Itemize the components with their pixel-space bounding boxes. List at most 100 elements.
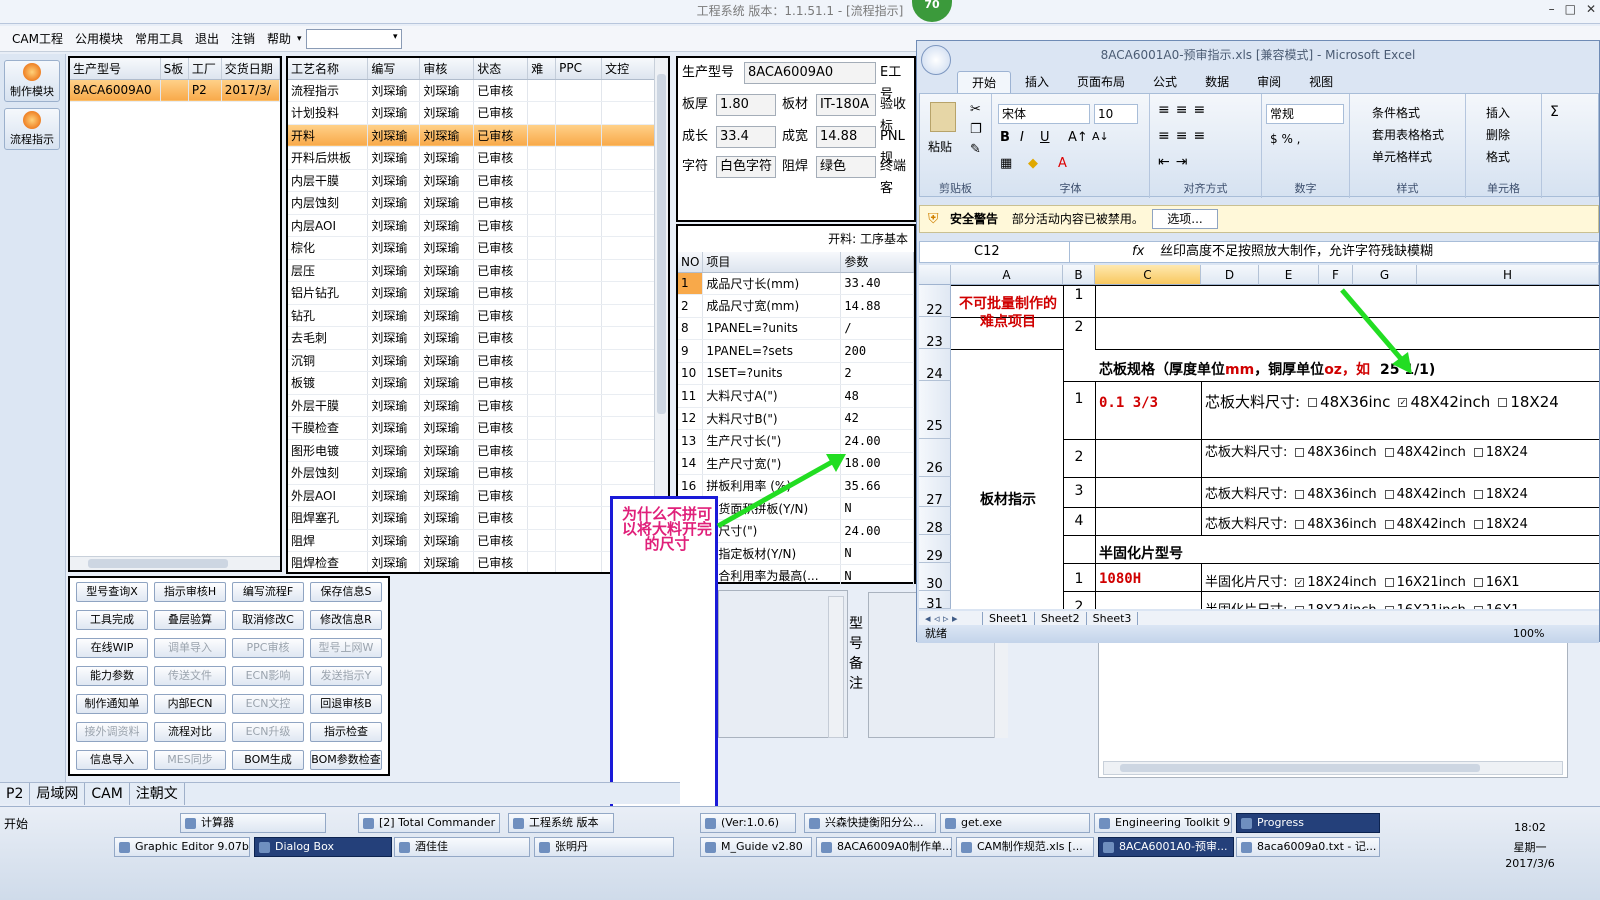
column-header[interactable]: 交货日期 bbox=[221, 58, 280, 80]
action-button[interactable]: 在线WIP bbox=[76, 638, 148, 658]
column-header[interactable]: G bbox=[1353, 265, 1417, 285]
column-header[interactable]: 文控 bbox=[601, 58, 656, 80]
table-row[interactable]: 8 1PANEL=?units / bbox=[678, 317, 914, 340]
bold-button[interactable]: B bbox=[1000, 130, 1010, 145]
table-row[interactable]: 开料 刘琛瑜 刘琛瑜 已审核 bbox=[288, 124, 656, 147]
taskbar-item[interactable]: [2] Total Commander ... bbox=[358, 813, 500, 833]
checkbox[interactable] bbox=[1473, 448, 1483, 457]
menu-combo-box[interactable]: ▾ bbox=[305, 28, 402, 49]
row-header[interactable]: 22 bbox=[919, 285, 951, 318]
scroll-thumb[interactable] bbox=[88, 559, 228, 568]
action-button[interactable]: 型号上网W bbox=[310, 638, 382, 658]
order-hscroll[interactable] bbox=[70, 556, 280, 570]
column-header[interactable]: F bbox=[1319, 265, 1353, 285]
taskbar-item[interactable]: Graphic Editor 9.07b... bbox=[114, 837, 250, 857]
shrink-font-icon[interactable]: A↓ bbox=[1092, 130, 1109, 143]
table-row[interactable]: 阻焊塞孔 刘琛瑜 刘琛瑜 已审核 bbox=[288, 506, 656, 530]
table-row[interactable]: 13 生产尺寸长(") 24.00 bbox=[678, 429, 914, 453]
len-field[interactable]: 33.4 bbox=[716, 126, 776, 148]
number-format-select[interactable]: 常规 bbox=[1266, 104, 1344, 124]
table-row[interactable]: 计划投料 刘琛瑜 刘琛瑜 已审核 bbox=[288, 101, 656, 125]
column-header[interactable]: B bbox=[1063, 265, 1095, 285]
checkbox[interactable] bbox=[1473, 578, 1483, 587]
column-header[interactable]: PPC bbox=[555, 58, 603, 80]
start-button[interactable]: 开始 bbox=[4, 815, 28, 832]
horizontal-align-icons[interactable]: ≡≡≡ bbox=[1158, 128, 1211, 144]
action-button[interactable]: 保存信息S bbox=[310, 582, 382, 602]
format-painter-icon[interactable]: ✎ bbox=[970, 142, 981, 157]
delete-cell-button[interactable]: 删除 bbox=[1486, 126, 1510, 143]
action-button[interactable]: BOM生成 bbox=[232, 750, 304, 770]
action-button[interactable]: 取消修改C bbox=[232, 610, 304, 630]
checkbox[interactable]: ✓ bbox=[1398, 398, 1408, 407]
table-row[interactable]: 沉铜 刘琛瑜 刘琛瑜 已审核 bbox=[288, 349, 656, 372]
menu-dropdown-icon[interactable]: ▾ bbox=[297, 34, 302, 44]
percent-icon[interactable]: $ % , bbox=[1270, 132, 1300, 146]
cell-style-button[interactable]: 单元格样式 bbox=[1372, 148, 1432, 165]
taskbar-item[interactable]: get.exe bbox=[940, 813, 1090, 833]
checkbox[interactable] bbox=[1384, 490, 1394, 499]
action-button[interactable]: ECN影响 bbox=[232, 666, 304, 686]
column-header[interactable]: D bbox=[1201, 265, 1259, 285]
row-header[interactable]: 30 bbox=[919, 563, 951, 592]
sheet-tab-2[interactable]: Sheet2 bbox=[1035, 611, 1087, 625]
taskbar-item[interactable]: Progress bbox=[1236, 813, 1380, 833]
taskbar-item[interactable]: M_Guide v2.80 bbox=[700, 837, 812, 857]
menu-common-modules[interactable]: 公用模块 bbox=[69, 30, 129, 47]
sheet-tab-1[interactable]: Sheet1 bbox=[983, 611, 1035, 625]
ribbon-tab[interactable]: 视图 bbox=[1295, 71, 1347, 93]
action-button[interactable]: 流程对比 bbox=[154, 722, 226, 742]
fx-icon[interactable]: fx bbox=[1132, 242, 1144, 262]
table-row[interactable]: 棕化 刘琛瑜 刘琛瑜 已审核 bbox=[288, 236, 656, 260]
action-button[interactable]: 回退审核B bbox=[310, 694, 382, 714]
table-row[interactable]: 11 大料尺寸A(") 48 bbox=[678, 384, 914, 408]
close-button[interactable]: ✕ bbox=[1586, 2, 1596, 16]
maximize-button[interactable]: □ bbox=[1565, 2, 1576, 16]
table-row[interactable]: 层压 刘琛瑜 刘琛瑜 已审核 bbox=[288, 259, 656, 282]
column-header[interactable]: 生产型号 bbox=[70, 58, 161, 80]
formula-input[interactable]: 丝印高度不足按照放大制作，允许字符残缺模糊 bbox=[1160, 242, 1433, 262]
column-header[interactable]: E bbox=[1259, 265, 1319, 285]
tab-cam[interactable]: CAM bbox=[85, 782, 130, 805]
action-button[interactable]: ECN升级 bbox=[232, 722, 304, 742]
action-button[interactable]: 指示检查 bbox=[310, 722, 382, 742]
table-row[interactable]: 钻孔 刘琛瑜 刘琛瑜 已审核 bbox=[288, 304, 656, 327]
row-header[interactable]: 26 bbox=[919, 439, 951, 477]
module-flow-button[interactable]: 流程指示 bbox=[4, 108, 60, 150]
taskbar-item[interactable]: 8ACA6009A0制作单... bbox=[816, 837, 952, 857]
row-header[interactable]: 27 bbox=[919, 477, 951, 508]
column-header[interactable]: 参数 bbox=[840, 252, 914, 273]
table-row[interactable]: 流程指示 刘琛瑜 刘琛瑜 已审核 bbox=[288, 79, 656, 102]
mask-field[interactable]: 绿色 bbox=[816, 156, 876, 178]
action-button[interactable]: 工具完成 bbox=[76, 610, 148, 630]
table-row[interactable]: 去毛刺 刘琛瑜 刘琛瑜 已审核 bbox=[288, 326, 656, 350]
fill-color-icon[interactable]: ◆ bbox=[1028, 156, 1038, 171]
checkbox[interactable] bbox=[1295, 520, 1305, 529]
action-button[interactable]: PPC审核 bbox=[232, 638, 304, 658]
menu-exit[interactable]: 退出 bbox=[189, 30, 225, 47]
tab-p2[interactable]: P2 bbox=[0, 782, 31, 805]
taskbar-item[interactable]: 工程系统 版本 bbox=[508, 813, 614, 833]
paste-label[interactable]: 粘贴 bbox=[928, 138, 952, 155]
copy-icon[interactable]: ❐ bbox=[970, 122, 982, 137]
thick-field[interactable]: 1.80 bbox=[716, 94, 776, 116]
select-all-corner[interactable] bbox=[919, 265, 951, 285]
italic-button[interactable]: I bbox=[1020, 130, 1024, 145]
process-vscroll[interactable] bbox=[654, 58, 668, 572]
cut-icon[interactable]: ✂ bbox=[970, 102, 981, 117]
action-button[interactable]: 调单导入 bbox=[154, 638, 226, 658]
row-header[interactable]: 29 bbox=[919, 535, 951, 564]
font-size-input[interactable]: 10 bbox=[1094, 104, 1138, 124]
row-header[interactable]: 31 bbox=[919, 591, 951, 609]
wid-field[interactable]: 14.88 bbox=[816, 126, 876, 148]
column-header[interactable]: 编写 bbox=[367, 58, 421, 80]
table-row[interactable]: 2 成品尺寸宽(mm) 14.88 bbox=[678, 294, 914, 318]
table-row[interactable]: 12 大料尺寸B(") 42 bbox=[678, 407, 914, 430]
format-cell-button[interactable]: 格式 bbox=[1486, 148, 1510, 165]
table-row[interactable]: 16 拼板利用率 (%) 35.66 bbox=[678, 474, 914, 498]
indent-icons[interactable]: ⇤⇥ bbox=[1158, 154, 1193, 170]
action-button[interactable]: 能力参数 bbox=[76, 666, 148, 686]
table-row[interactable]: 外层AOI 刘琛瑜 刘琛瑜 已审核 bbox=[288, 484, 656, 507]
table-row[interactable]: 图形电镀 刘琛瑜 刘琛瑜 已审核 bbox=[288, 439, 656, 462]
char-field[interactable]: 白色字符 bbox=[716, 156, 776, 178]
